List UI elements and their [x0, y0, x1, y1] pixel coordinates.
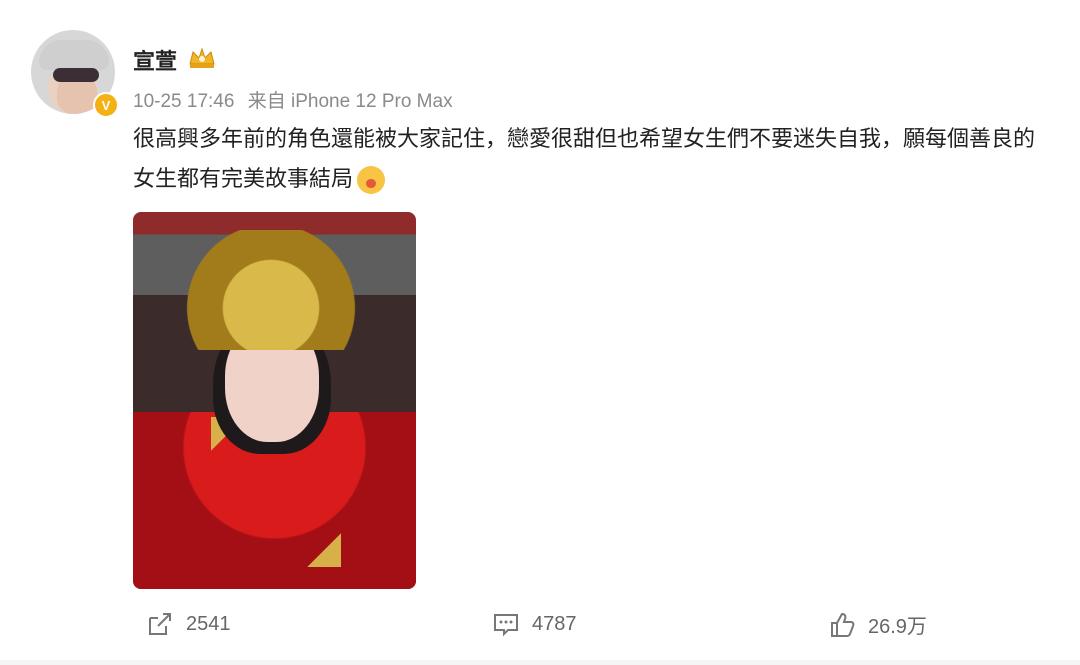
cap-shape [39, 40, 109, 70]
like-count: 26.9万 [868, 616, 927, 638]
username[interactable]: 宣萱 [133, 44, 177, 76]
crown-icon [189, 47, 215, 68]
post-content: 很高興多年前的角色還能被大家記住，戀愛很甜但也希望女生們不要迷失自我，願每個善良… [133, 119, 1043, 199]
post-meta: 10-25 17:46 来自 iPhone 12 Pro Max [133, 86, 461, 113]
comment-button[interactable]: 4787 [492, 610, 577, 638]
post-text: 很高興多年前的角色還能被大家記住，戀愛很甜但也希望女生們不要迷失自我，願每個善良… [133, 126, 1036, 191]
share-button[interactable]: 2541 [146, 610, 231, 638]
source-device: 来自 iPhone 12 Pro Max [247, 91, 453, 112]
timestamp[interactable]: 10-25 17:46 [133, 91, 234, 112]
post-image[interactable] [133, 212, 416, 589]
share-count: 2541 [186, 612, 231, 635]
post-card: V 宣萱 10-25 17:46 来自 iPhone 12 Pro Max 很高… [0, 0, 1080, 660]
thumbs-up-icon [831, 612, 855, 637]
verified-badge-icon: V [93, 92, 119, 118]
headdress-shape [181, 230, 361, 350]
comment-icon [494, 614, 518, 637]
like-button[interactable]: 26.9万 [828, 610, 927, 639]
comment-count: 4787 [532, 612, 577, 635]
share-icon [149, 613, 171, 635]
crying-face-icon [357, 166, 386, 195]
sunglasses-shape [53, 68, 99, 82]
action-bar: 2541 4787 26.9万 [0, 600, 1080, 650]
